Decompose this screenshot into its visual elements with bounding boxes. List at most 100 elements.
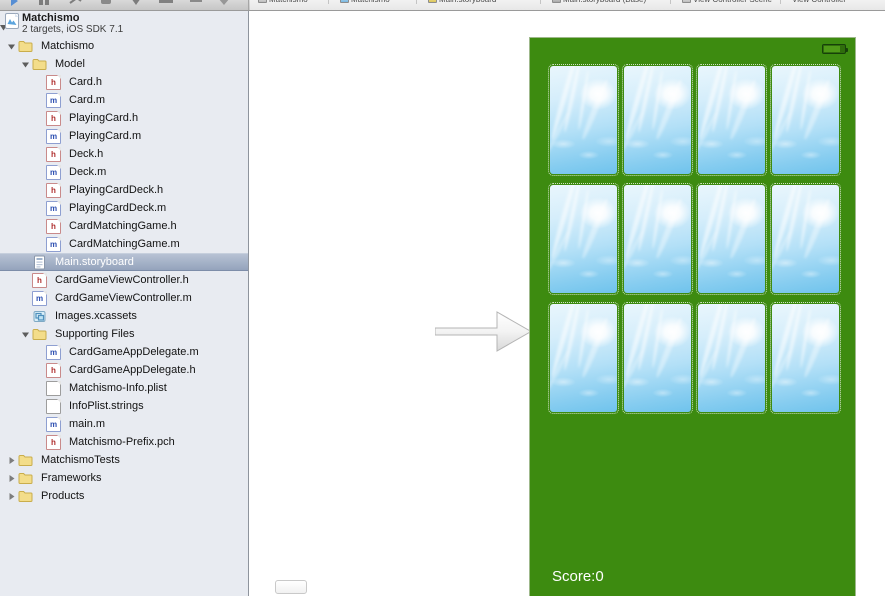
storyboard-canvas[interactable]: Score:0 Deal — [250, 11, 885, 596]
scheme-icon[interactable] — [68, 0, 84, 8]
scene-chip-icon — [682, 0, 691, 3]
navigator-row-cardgameappdelegate-m[interactable]: m CardGameAppDelegate.m — [0, 343, 248, 361]
navigator-row-infoplist-strings[interactable]: InfoPlist.strings — [0, 397, 248, 415]
navigator-row-cardmatchinggame-h[interactable]: h CardMatchingGame.h — [0, 217, 248, 235]
card-button[interactable] — [548, 302, 619, 414]
score-label: Score:0 — [552, 568, 604, 585]
project-navigator[interactable]: Matchismo 2 targets, iOS SDK 7.1 Matchis… — [0, 11, 249, 596]
navigator-row-label: PlayingCardDeck.h — [69, 184, 164, 196]
card-button[interactable] — [622, 64, 693, 176]
navigator-row-playingcarddeck-h[interactable]: h PlayingCardDeck.h — [0, 181, 248, 199]
navigator-row-images-xcassets[interactable]: Images.xcassets — [0, 307, 248, 325]
navigator-row-cardgameviewcontroller-h[interactable]: h CardGameViewController.h — [0, 271, 248, 289]
navigator-row-matchismo-info-plist[interactable]: Matchismo-Info.plist — [0, 379, 248, 397]
breadcrumb-item-3[interactable]: Main.storyboard (Base) — [552, 0, 646, 5]
navigator-row-products[interactable]: Products — [0, 487, 248, 505]
chevron-closed-icon[interactable] — [6, 473, 17, 484]
card-back-image — [624, 362, 691, 412]
breadcrumb-item-5[interactable]: View Controller — [792, 0, 846, 5]
navigator-row-card-m[interactable]: m Card.m — [0, 91, 248, 109]
navigator-row-label: CardGameViewController.m — [55, 292, 192, 304]
view-toggle-icon[interactable] — [216, 0, 232, 8]
card-button[interactable] — [696, 302, 767, 414]
h-file-icon: h — [46, 182, 65, 198]
navigator-row-label: Frameworks — [41, 472, 102, 484]
navigator-row-frameworks[interactable]: Frameworks — [0, 469, 248, 487]
breadcrumb-divider — [328, 0, 329, 4]
navigator-row-playingcard-h[interactable]: h PlayingCard.h — [0, 109, 248, 127]
card-button[interactable] — [622, 183, 693, 295]
card-row — [548, 302, 841, 414]
navigator-row-card-h[interactable]: h Card.h — [0, 73, 248, 91]
folder-file-icon — [18, 453, 37, 468]
storyboard-editor[interactable]: Score:0 Deal — [250, 11, 885, 596]
editor-assistant-icon[interactable] — [188, 0, 204, 8]
initial-view-controller-arrow[interactable] — [434, 304, 535, 359]
device-icon[interactable] — [98, 0, 114, 8]
chevron-open-icon[interactable] — [6, 41, 17, 52]
project-root-row[interactable]: Matchismo 2 targets, iOS SDK 7.1 — [0, 11, 248, 37]
h-file-icon: h — [46, 74, 65, 90]
card-button[interactable] — [770, 302, 841, 414]
breadcrumb-item-2[interactable]: Main.storyboard — [428, 0, 496, 5]
stop-icon[interactable] — [36, 0, 52, 8]
breadcrumb-item-1[interactable]: Matchismo — [340, 0, 390, 5]
storyboard-file-icon — [32, 255, 51, 270]
card-back-image — [550, 243, 617, 293]
navigator-row-cardgameappdelegate-h[interactable]: h CardGameAppDelegate.h — [0, 361, 248, 379]
m-file-icon: m — [46, 416, 65, 432]
editor-standard-icon[interactable] — [158, 0, 174, 8]
navigator-row-main-storyboard[interactable]: Main.storyboard — [0, 253, 248, 271]
chevron-closed-icon[interactable] — [6, 491, 17, 502]
navigator-row-label: Products — [41, 490, 85, 502]
chevron-open-icon[interactable] — [20, 59, 31, 70]
breadcrumb-item-0[interactable]: Matchismo — [258, 0, 308, 5]
navigator-row-deck-m[interactable]: m Deck.m — [0, 163, 248, 181]
navigator-row-cardgameviewcontroller-m[interactable]: m CardGameViewController.m — [0, 289, 248, 307]
xcassets-file-icon — [32, 309, 51, 324]
chevron-open-icon[interactable] — [20, 329, 31, 340]
navigator-row-matchismotests[interactable]: MatchismoTests — [0, 451, 248, 469]
m-file-icon: m — [46, 164, 65, 180]
card-button[interactable] — [548, 183, 619, 295]
navigator-row-list: Matchismo Model h Card.h m Card.m h PlayingCard… — [0, 37, 248, 505]
navigator-row-matchismo-prefix-pch[interactable]: h Matchismo-Prefix.pch — [0, 433, 248, 451]
card-button[interactable] — [696, 183, 767, 295]
navigator-row-playingcard-m[interactable]: m PlayingCard.m — [0, 127, 248, 145]
navigator-row-label: main.m — [69, 418, 106, 430]
navigator-row-model[interactable]: Model — [0, 55, 248, 73]
view-controller-scene[interactable]: Score:0 Deal — [529, 37, 856, 596]
card-button[interactable] — [770, 64, 841, 176]
h-file-icon: h — [46, 218, 65, 234]
breadcrumb-label: Main.storyboard (Base) — [563, 0, 646, 4]
card-grid — [548, 64, 841, 423]
navigator-row-cardmatchinggame-m[interactable]: m CardMatchingGame.m — [0, 235, 248, 253]
breadcrumb-divider — [780, 0, 781, 4]
navigator-row-matchismo[interactable]: Matchismo — [0, 37, 248, 55]
navigator-row-supporting-files[interactable]: Supporting Files — [0, 325, 248, 343]
navigator-row-deck-h[interactable]: h Deck.h — [0, 145, 248, 163]
card-button[interactable] — [622, 302, 693, 414]
canvas-bottom-widget[interactable] — [275, 580, 307, 594]
card-button[interactable] — [548, 64, 619, 176]
xcode-window: Matchismo Matchismo Main.storyboard Main… — [0, 0, 885, 596]
navigator-row-label: Images.xcassets — [55, 310, 137, 322]
navigator-row-label: CardGameAppDelegate.m — [69, 346, 199, 358]
navigator-row-main-m[interactable]: m main.m — [0, 415, 248, 433]
card-button[interactable] — [770, 183, 841, 295]
breadcrumb: Matchismo Matchismo Main.storyboard Main… — [250, 0, 885, 10]
m-file-icon: m — [46, 92, 65, 108]
run-icon[interactable] — [6, 0, 22, 8]
chevron-closed-icon[interactable] — [6, 455, 17, 466]
chevron-down-icon[interactable] — [128, 0, 144, 8]
card-button[interactable] — [696, 64, 767, 176]
m-file-icon: m — [46, 344, 65, 360]
breadcrumb-item-4[interactable]: View Controller Scene — [682, 0, 772, 5]
m-file-icon: m — [46, 128, 65, 144]
navigator-row-playingcarddeck-m[interactable]: m PlayingCardDeck.m — [0, 199, 248, 217]
